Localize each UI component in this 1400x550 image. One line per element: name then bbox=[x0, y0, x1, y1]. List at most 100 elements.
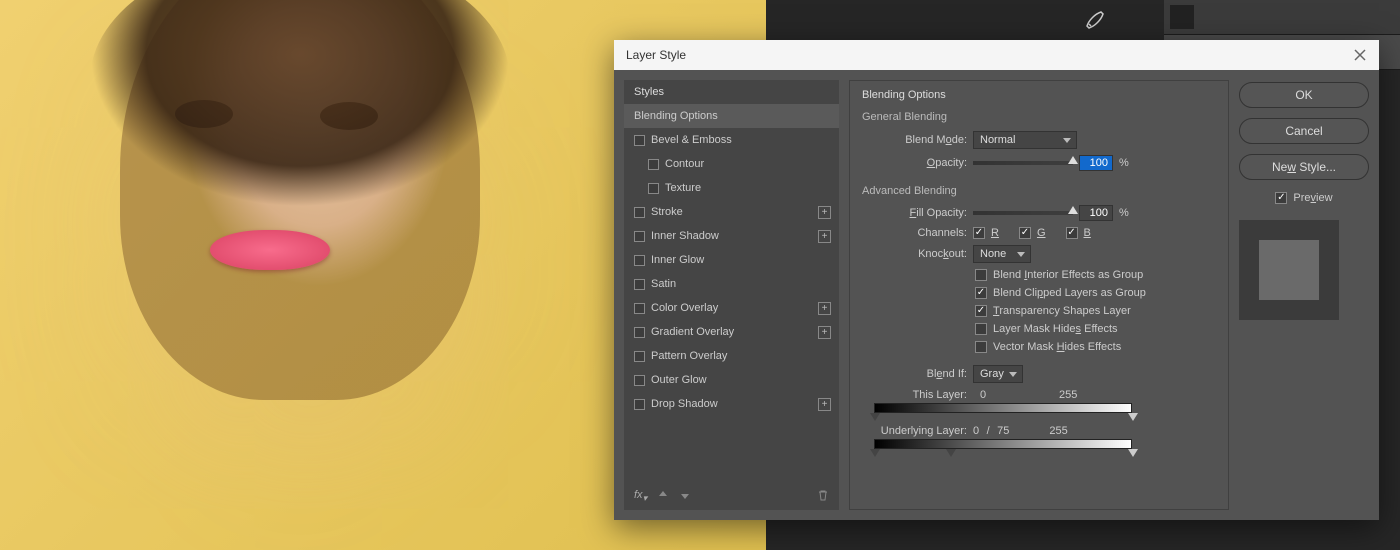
slider-thumb-icon[interactable] bbox=[1068, 206, 1078, 214]
gradient-thumb-black-icon[interactable] bbox=[870, 413, 880, 421]
blend-if-label: Blend If: bbox=[862, 368, 967, 380]
check-label: Transparency Shapes Layer bbox=[993, 305, 1131, 317]
knockout-select[interactable]: None bbox=[973, 245, 1031, 263]
gradient-thumb-white-icon[interactable] bbox=[1128, 449, 1138, 457]
style-outer-glow[interactable]: Outer Glow bbox=[624, 368, 839, 392]
preview-checkbox[interactable] bbox=[1275, 192, 1287, 204]
add-instance-icon[interactable]: + bbox=[818, 206, 831, 219]
arrow-up-icon[interactable] bbox=[657, 489, 669, 504]
fx-icon[interactable]: fx▾ bbox=[634, 489, 647, 504]
opacity-row: Opacity: 100 % bbox=[862, 155, 1216, 171]
layer-thumb bbox=[1170, 5, 1194, 29]
style-stroke[interactable]: Stroke + bbox=[624, 200, 839, 224]
ok-button[interactable]: OK bbox=[1239, 82, 1369, 108]
checkbox-icon[interactable] bbox=[634, 303, 645, 314]
channel-r-checkbox[interactable] bbox=[973, 227, 985, 239]
blend-clipped-row: Blend Clipped Layers as Group bbox=[975, 287, 1216, 299]
layer-row-top[interactable] bbox=[1164, 0, 1400, 35]
preview-swatch-inner bbox=[1259, 240, 1319, 300]
style-color-overlay[interactable]: Color Overlay + bbox=[624, 296, 839, 320]
transparency-shapes-checkbox[interactable] bbox=[975, 305, 987, 317]
blend-mode-label: Blend Mode: bbox=[862, 134, 967, 146]
add-instance-icon[interactable]: + bbox=[818, 398, 831, 411]
photo-detail bbox=[175, 100, 233, 128]
style-inner-glow[interactable]: Inner Glow bbox=[624, 248, 839, 272]
style-label: Inner Glow bbox=[651, 254, 704, 266]
percent-label: % bbox=[1119, 207, 1129, 219]
fill-opacity-input[interactable]: 100 bbox=[1079, 205, 1113, 221]
style-label: Gradient Overlay bbox=[651, 326, 734, 338]
vector-mask-hides-checkbox[interactable] bbox=[975, 341, 987, 353]
under-low: 0 bbox=[973, 425, 979, 437]
cancel-button[interactable]: Cancel bbox=[1239, 118, 1369, 144]
underlying-layer-gradient[interactable] bbox=[874, 439, 1132, 449]
preview-swatch bbox=[1239, 220, 1339, 320]
style-label: Satin bbox=[651, 278, 676, 290]
style-contour[interactable]: Contour bbox=[624, 152, 839, 176]
close-icon[interactable] bbox=[1353, 48, 1367, 62]
knockout-row: Knockout: None bbox=[862, 245, 1216, 263]
knockout-value: None bbox=[980, 248, 1006, 260]
style-satin[interactable]: Satin bbox=[624, 272, 839, 296]
knockout-label: Knockout: bbox=[862, 248, 967, 260]
gradient-thumb-white-icon[interactable] bbox=[1128, 413, 1138, 421]
general-header: General Blending bbox=[862, 111, 1216, 123]
check-label: Blend Interior Effects as Group bbox=[993, 269, 1143, 281]
slider-thumb-icon[interactable] bbox=[1068, 156, 1078, 164]
vector-mask-hides-row: Vector Mask Hides Effects bbox=[975, 341, 1216, 353]
checkbox-icon[interactable] bbox=[648, 183, 659, 194]
style-gradient-overlay[interactable]: Gradient Overlay + bbox=[624, 320, 839, 344]
checkbox-icon[interactable] bbox=[634, 231, 645, 242]
arrow-down-icon[interactable] bbox=[679, 489, 691, 504]
options-panel: Blending Options General Blending Blend … bbox=[849, 80, 1229, 510]
channel-g-label: G bbox=[1037, 227, 1046, 239]
checkbox-icon[interactable] bbox=[634, 279, 645, 290]
channels-label: Channels: bbox=[862, 227, 967, 239]
checkbox-icon[interactable] bbox=[634, 375, 645, 386]
add-instance-icon[interactable]: + bbox=[818, 302, 831, 315]
trash-icon[interactable] bbox=[817, 489, 829, 504]
gradient-thumb-split-icon[interactable] bbox=[946, 449, 956, 457]
channel-g-checkbox[interactable] bbox=[1019, 227, 1031, 239]
preview-row: Preview bbox=[1239, 192, 1369, 204]
style-blending-options[interactable]: Blending Options bbox=[624, 104, 839, 128]
opacity-label: Opacity: bbox=[862, 157, 967, 169]
opacity-slider[interactable] bbox=[973, 161, 1073, 165]
add-instance-icon[interactable]: + bbox=[818, 230, 831, 243]
fill-opacity-slider[interactable] bbox=[973, 211, 1073, 215]
checkbox-icon[interactable] bbox=[634, 351, 645, 362]
styles-header: Styles bbox=[624, 80, 839, 104]
blend-interior-checkbox[interactable] bbox=[975, 269, 987, 281]
style-inner-shadow[interactable]: Inner Shadow + bbox=[624, 224, 839, 248]
new-style-button[interactable]: New Style... bbox=[1239, 154, 1369, 180]
layer-mask-hides-checkbox[interactable] bbox=[975, 323, 987, 335]
style-texture[interactable]: Texture bbox=[624, 176, 839, 200]
layer-style-dialog: Layer Style Styles Blending Options Beve… bbox=[614, 40, 1379, 520]
photo-detail bbox=[210, 230, 330, 270]
style-bevel-emboss[interactable]: Bevel & Emboss bbox=[624, 128, 839, 152]
checkbox-icon[interactable] bbox=[634, 135, 645, 146]
checkbox-icon[interactable] bbox=[634, 327, 645, 338]
add-instance-icon[interactable]: + bbox=[818, 326, 831, 339]
fill-opacity-label: Fill Opacity: bbox=[862, 207, 967, 219]
blend-mode-select[interactable]: Normal bbox=[973, 131, 1077, 149]
style-label: Drop Shadow bbox=[651, 398, 718, 410]
brush-variant-icon[interactable] bbox=[1083, 8, 1107, 32]
channel-b-checkbox[interactable] bbox=[1066, 227, 1078, 239]
style-drop-shadow[interactable]: Drop Shadow + bbox=[624, 392, 839, 416]
styles-list: Styles Blending Options Bevel & Emboss C… bbox=[624, 80, 839, 510]
layer-mask-hides-row: Layer Mask Hides Effects bbox=[975, 323, 1216, 335]
opacity-input[interactable]: 100 bbox=[1079, 155, 1113, 171]
style-pattern-overlay[interactable]: Pattern Overlay bbox=[624, 344, 839, 368]
check-label: Blend Clipped Layers as Group bbox=[993, 287, 1146, 299]
gradient-thumb-black-icon[interactable] bbox=[870, 449, 880, 457]
this-layer-gradient[interactable] bbox=[874, 403, 1132, 413]
checkbox-icon[interactable] bbox=[634, 255, 645, 266]
checkbox-icon[interactable] bbox=[634, 399, 645, 410]
underlying-layer-row: Underlying Layer: 0 / 75 255 bbox=[862, 425, 1216, 437]
blend-clipped-checkbox[interactable] bbox=[975, 287, 987, 299]
blend-if-select[interactable]: Gray bbox=[973, 365, 1023, 383]
checkbox-icon[interactable] bbox=[648, 159, 659, 170]
advanced-header: Advanced Blending bbox=[862, 185, 1216, 197]
checkbox-icon[interactable] bbox=[634, 207, 645, 218]
